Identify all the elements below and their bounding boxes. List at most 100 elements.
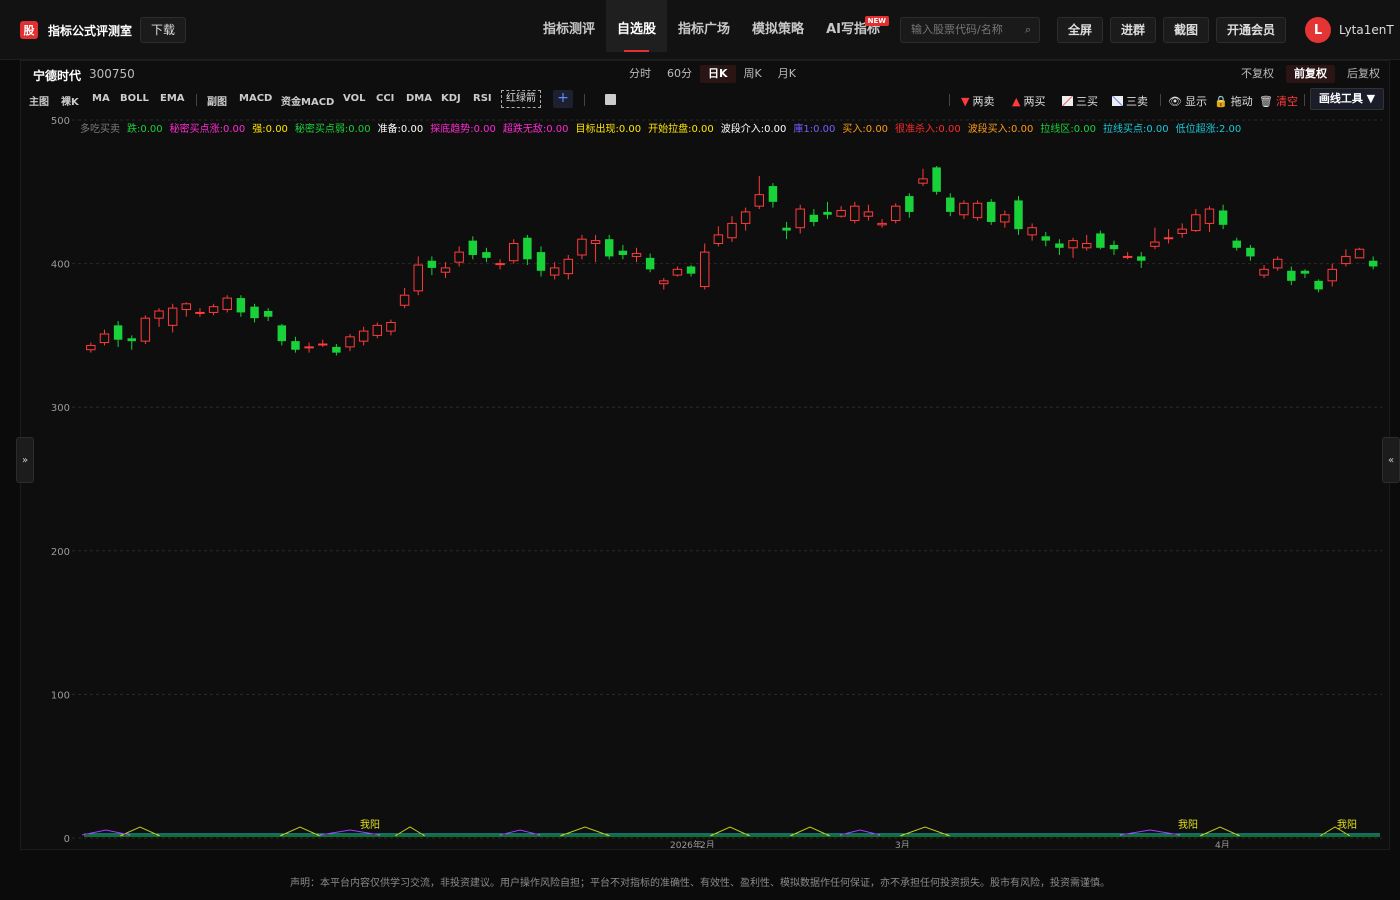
candle-body	[277, 325, 287, 342]
x-tick-label: 2月	[700, 840, 715, 848]
candle-body	[318, 343, 328, 346]
candle-body	[413, 264, 423, 292]
search-placeholder: 输入股票代码/名称	[911, 23, 1003, 36]
period-monthly[interactable]: 月K	[770, 65, 804, 83]
sub-item-kdj[interactable]: KDJ	[441, 93, 461, 104]
kline-chart[interactable]: 0 100 200 300 400 500 多吃买卖 跌:0.00 秘密买点涨:0.00 强:0.…	[20, 112, 1390, 848]
candle-body	[181, 303, 192, 311]
stock-search-input[interactable]: 输入股票代码/名称 ⌕	[900, 17, 1040, 43]
legend-entry: 超跌无敌:0.00	[503, 122, 569, 135]
main-item-ma[interactable]: MA	[92, 93, 110, 104]
show-toggle[interactable]: 👁 显示	[1168, 93, 1207, 109]
main-item-ema[interactable]: EMA	[160, 93, 185, 104]
candle-body	[972, 202, 983, 219]
clear-button[interactable]: 🗑 清空	[1259, 93, 1298, 109]
candle-body	[113, 325, 123, 340]
candle-body	[672, 268, 683, 276]
period-selector: 分时 60分 日K 周K 月K	[621, 65, 804, 83]
signal-three-buy[interactable]: 三买	[1062, 93, 1098, 109]
sub-item-rsi[interactable]: RSI	[473, 93, 492, 104]
main-item-naked-k[interactable]: 裸K	[61, 93, 79, 108]
eye-icon: 👁	[1168, 94, 1182, 108]
candle-body	[1000, 214, 1010, 223]
candle-body	[99, 333, 110, 344]
sub-item-cci[interactable]: CCI	[376, 93, 394, 104]
sub-item-dma[interactable]: DMA	[406, 93, 432, 104]
brand-name[interactable]: 指标公式评测室	[48, 22, 132, 39]
username[interactable]: Lyta1enT	[1339, 23, 1394, 37]
nav-indicator-review[interactable]: 指标测评	[532, 0, 606, 52]
indicator-spike	[279, 826, 321, 837]
y-tick-label: 0	[64, 834, 70, 845]
signal-mark-label: 我阳	[1337, 819, 1357, 831]
candle-body	[768, 186, 778, 202]
add-indicator-button[interactable]: +	[553, 90, 573, 108]
adjust-forward[interactable]: 前复权	[1286, 65, 1335, 83]
avatar[interactable]: L	[1305, 17, 1331, 43]
sub-item-vol[interactable]: VOL	[343, 93, 365, 104]
legend-entry: 目标出现:0.00	[575, 122, 641, 135]
legend-entry: 庫1:0.00	[793, 122, 835, 135]
signal-three-buy-label: 三买	[1076, 95, 1098, 108]
candle-body	[1163, 237, 1174, 240]
divider	[1304, 94, 1305, 106]
adjust-none[interactable]: 不复权	[1233, 65, 1282, 83]
fullscreen-button[interactable]: 全屏	[1057, 17, 1104, 43]
divider	[949, 94, 950, 106]
x-tick-label: 4月	[1215, 840, 1230, 848]
indicator-spike	[559, 826, 611, 837]
candle-body	[604, 239, 614, 257]
red-green-arrow-toggle[interactable]: 红绿箭	[501, 90, 541, 108]
main-item-boll[interactable]: BOLL	[120, 93, 149, 104]
nav-ai-indicator[interactable]: AI写指标 NEW	[815, 0, 891, 52]
y-tick-label: 300	[51, 403, 70, 414]
vip-button[interactable]: 开通会员	[1216, 17, 1287, 43]
indicator-spike	[899, 826, 951, 837]
search-icon[interactable]: ⌕	[1025, 18, 1031, 42]
adjust-selector: 不复权 前复权 后复权	[1229, 65, 1388, 83]
signal-two-sell[interactable]: ▼ 两卖	[961, 93, 994, 109]
y-tick-label: 400	[51, 260, 70, 271]
period-intraday[interactable]: 分时	[621, 65, 659, 83]
signal-three-sell[interactable]: 三卖	[1112, 93, 1148, 109]
sub-item-macd[interactable]: MACD	[239, 93, 272, 104]
down-triangle-icon: ▼	[961, 94, 970, 108]
signal-two-buy[interactable]: ▲ 两买	[1012, 93, 1045, 109]
nav-watchlist[interactable]: 自选股	[606, 0, 668, 52]
join-group-button[interactable]: 进群	[1110, 17, 1157, 43]
candle-body	[631, 253, 642, 257]
y-tick-label: 200	[51, 547, 70, 558]
legend-entry: 强:0.00	[252, 123, 288, 135]
download-button[interactable]: 下载	[140, 17, 187, 43]
sub-item-fund-macd[interactable]: 资金MACD	[281, 93, 334, 108]
save-icon[interactable]	[605, 94, 616, 105]
candle-body	[1122, 255, 1133, 258]
screenshot-button[interactable]: 截图	[1163, 17, 1210, 43]
candle-body	[1081, 242, 1092, 249]
period-daily[interactable]: 日K	[700, 65, 736, 83]
nav-indicator-square[interactable]: 指标广场	[667, 0, 741, 52]
candle-body	[1341, 255, 1351, 265]
candle-body	[1327, 268, 1337, 282]
candle-body	[536, 252, 546, 271]
candle-body	[1137, 256, 1146, 261]
adjust-backward[interactable]: 后复权	[1339, 65, 1388, 83]
signal-mark-label: 我阳	[360, 819, 380, 831]
candle-body	[345, 336, 355, 348]
period-60min[interactable]: 60分	[659, 65, 700, 83]
candle-body	[713, 234, 724, 244]
candle-body	[932, 167, 941, 192]
drag-toggle[interactable]: 🔒 拖动	[1214, 93, 1253, 109]
nav-sim-strategy[interactable]: 模拟策略	[741, 0, 815, 52]
draw-tool-dropdown[interactable]: 画线工具 ▼	[1310, 88, 1384, 110]
period-weekly[interactable]: 周K	[736, 65, 770, 83]
lock-icon: 🔒	[1214, 94, 1228, 108]
candle-body	[1232, 240, 1241, 248]
candle-body	[440, 267, 451, 273]
candle-body	[782, 227, 791, 231]
legend-entry: 准备:0.00	[378, 122, 424, 135]
signal-two-sell-label: 两卖	[972, 95, 995, 108]
candle-body	[1272, 258, 1283, 269]
candle-body	[890, 205, 901, 222]
candle-body	[167, 307, 178, 326]
